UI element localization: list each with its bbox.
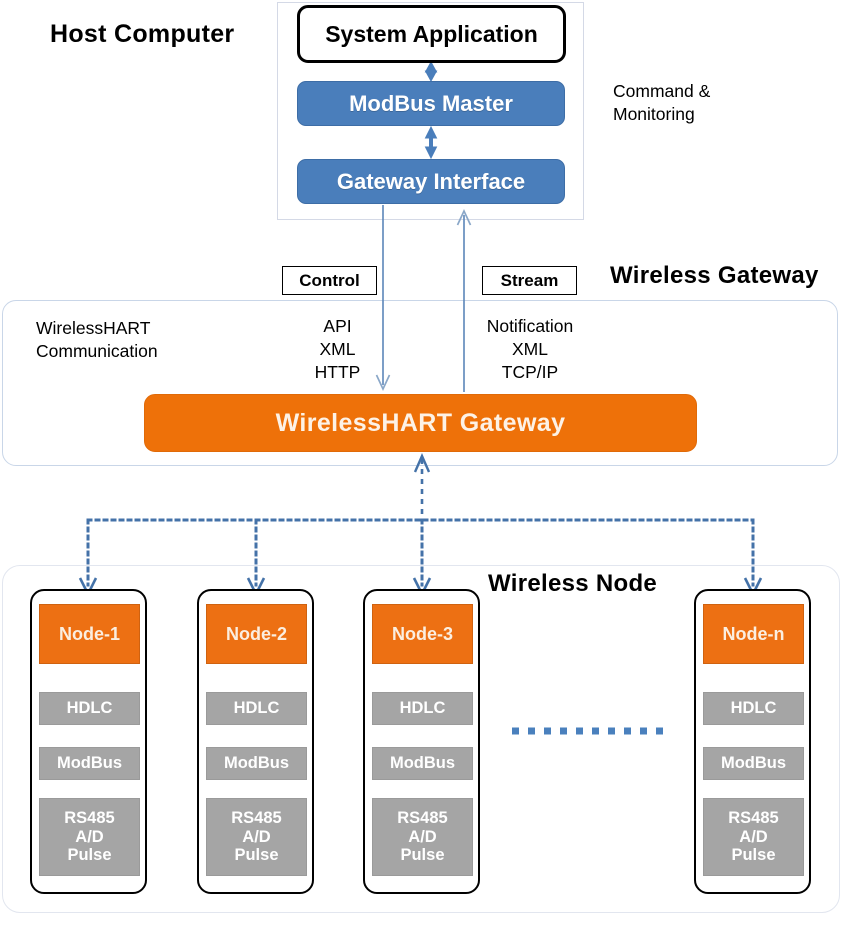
system-application-block[interactable]: System Application	[297, 5, 566, 63]
node-2-layer-hdlc[interactable]: HDLC	[206, 692, 307, 725]
wireless-gateway-title: Wireless Gateway	[610, 262, 819, 289]
wirelesshart-gateway-block[interactable]: WirelessHART Gateway	[144, 394, 697, 452]
node-2-layer-modbus[interactable]: ModBus	[206, 747, 307, 780]
node-card-n[interactable]: Node-n HDLC ModBus RS485 A/D Pulse	[694, 589, 811, 894]
diagram-canvas: Host Computer Command & Monitoring Syste…	[0, 0, 845, 927]
gateway-interface-block[interactable]: Gateway Interface	[297, 159, 565, 204]
wirelesshart-communication-note: WirelessHART Communication	[36, 318, 158, 361]
node-1-header[interactable]: Node-1	[39, 604, 140, 664]
node-3-layer-modbus[interactable]: ModBus	[372, 747, 473, 780]
node-3-layer-physical[interactable]: RS485 A/D Pulse	[372, 798, 473, 876]
node-n-layer-hdlc[interactable]: HDLC	[703, 692, 804, 725]
node-card-1[interactable]: Node-1 HDLC ModBus RS485 A/D Pulse	[30, 589, 147, 894]
stream-protocol-stack: Notification XML TCP/IP	[486, 316, 574, 382]
node-n-layer-physical[interactable]: RS485 A/D Pulse	[703, 798, 804, 876]
node-3-layer-hdlc[interactable]: HDLC	[372, 692, 473, 725]
control-tag[interactable]: Control	[282, 266, 377, 295]
command-monitoring-note: Command & Monitoring	[613, 81, 711, 125]
node-card-2[interactable]: Node-2 HDLC ModBus RS485 A/D Pulse	[197, 589, 314, 894]
modbus-master-block[interactable]: ModBus Master	[297, 81, 565, 126]
node-2-layer-physical[interactable]: RS485 A/D Pulse	[206, 798, 307, 876]
control-protocol-stack: API XML HTTP	[314, 316, 361, 382]
node-1-layer-hdlc[interactable]: HDLC	[39, 692, 140, 725]
node-3-header[interactable]: Node-3	[372, 604, 473, 664]
wireless-node-title: Wireless Node	[488, 570, 658, 597]
stream-tag[interactable]: Stream	[482, 266, 577, 295]
node-1-layer-modbus[interactable]: ModBus	[39, 747, 140, 780]
node-card-3[interactable]: Node-3 HDLC ModBus RS485 A/D Pulse	[363, 589, 480, 894]
node-n-header[interactable]: Node-n	[703, 604, 804, 664]
node-1-layer-physical[interactable]: RS485 A/D Pulse	[39, 798, 140, 876]
host-computer-title: Host Computer	[50, 20, 235, 48]
node-2-header[interactable]: Node-2	[206, 604, 307, 664]
node-n-layer-modbus[interactable]: ModBus	[703, 747, 804, 780]
